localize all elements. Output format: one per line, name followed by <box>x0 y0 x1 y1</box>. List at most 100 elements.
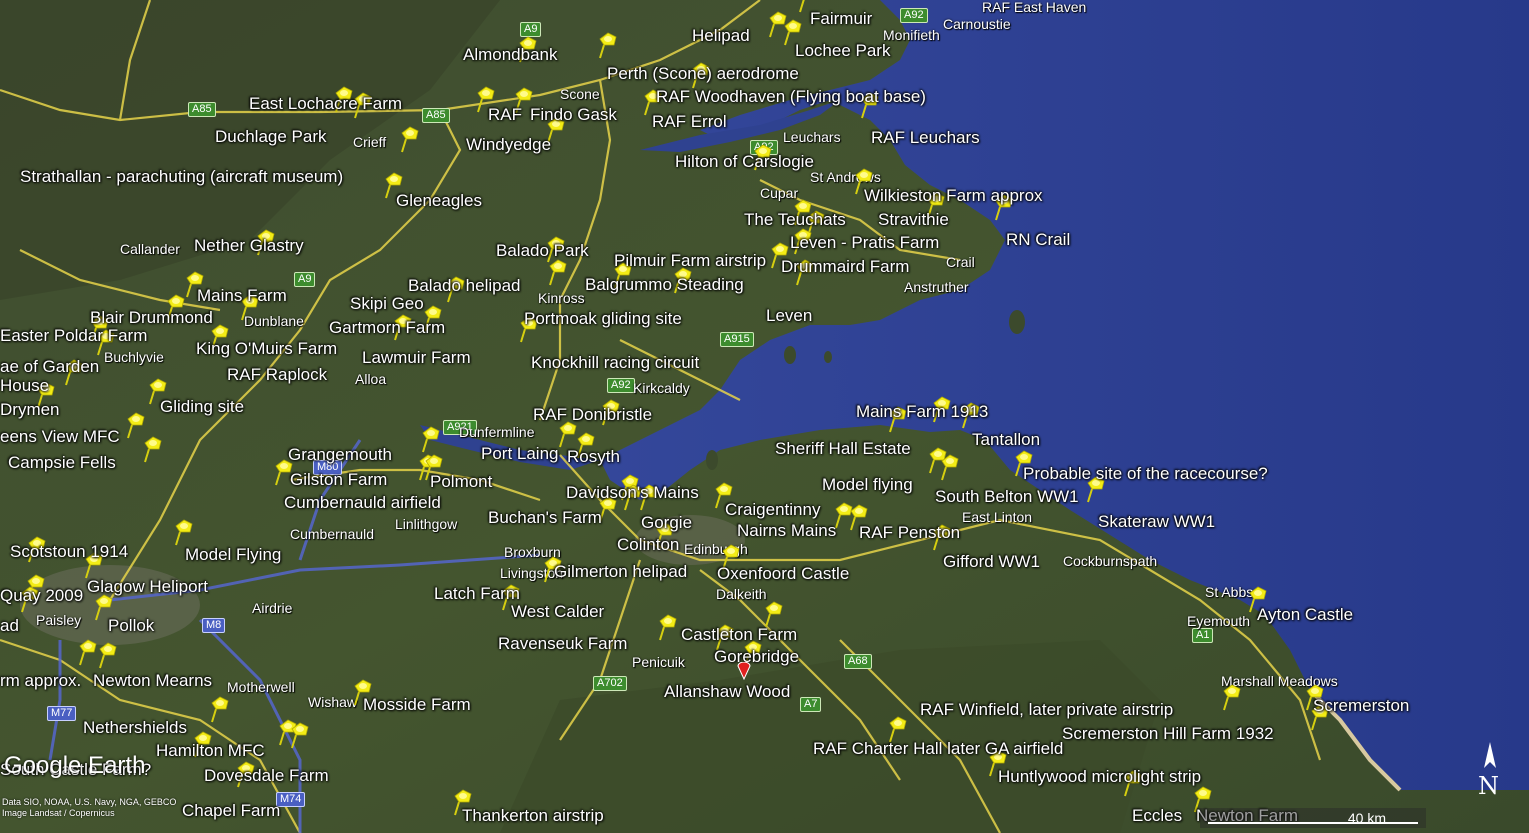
placemark-label[interactable]: Stravithie <box>878 211 949 228</box>
placemark-label[interactable]: Gleneagles <box>396 192 482 209</box>
placemark-label[interactable]: The Teuchats <box>744 211 846 228</box>
location-marker-icon[interactable] <box>737 662 751 680</box>
placemark-label[interactable]: Strathallan - parachuting (aircraft muse… <box>20 168 343 185</box>
placemark-label[interactable]: eens View MFC <box>0 428 120 445</box>
placemark-label[interactable]: RAF Woodhaven (Flying boat base) <box>656 88 926 105</box>
placemark-pin-icon[interactable] <box>548 258 570 286</box>
placemark-pin-icon[interactable] <box>290 721 312 749</box>
placemark-label[interactable]: Easter Poldar Farm <box>0 327 147 344</box>
placemark-label[interactable]: Oxenfoord Castle <box>717 565 849 582</box>
placemark-label[interactable]: Lawmuir Farm <box>362 349 471 366</box>
placemark-label[interactable]: Huntlywood microlight strip <box>998 768 1201 785</box>
placemark-label[interactable]: East Lochacre Farm <box>249 95 402 112</box>
placemark-label[interactable]: Skateraw WW1 <box>1098 513 1215 530</box>
placemark-label[interactable]: West Calder <box>511 603 604 620</box>
placemark-label[interactable]: Chapel Farm <box>182 802 280 819</box>
placemark-label[interactable]: RAF Charter Hall later GA airfield <box>813 740 1063 757</box>
placemark-label[interactable]: RAF Donibristle <box>533 406 652 423</box>
placemark-label[interactable]: ae of Garden <box>0 358 99 375</box>
placemark-label[interactable]: Gifford WW1 <box>943 553 1040 570</box>
placemark-label[interactable]: Mains Farm 1913 <box>856 403 988 420</box>
placemark-label[interactable]: Rosyth <box>567 448 620 465</box>
placemark-label[interactable]: Mosside Farm <box>363 696 471 713</box>
placemark-label[interactable]: Port Laing <box>481 445 559 462</box>
placemark-label[interactable]: Davidson's Mains <box>566 484 699 501</box>
placemark-label[interactable]: Ayton Castle <box>1257 606 1353 623</box>
placemark-label[interactable]: Wilkieston Farm approx <box>864 187 1043 204</box>
placemark-label[interactable]: Nether Glastry <box>194 237 304 254</box>
placemark-label[interactable]: Buchan's Farm <box>488 509 602 526</box>
placemark-label[interactable]: Drummaird Farm <box>781 258 909 275</box>
placemark-label[interactable]: Colinton <box>617 536 679 553</box>
placemark-pin-icon[interactable] <box>421 425 443 453</box>
placemark-label[interactable]: Scremerston <box>1313 697 1409 714</box>
placemark-label[interactable]: Craigentinny <box>725 501 820 518</box>
placemark-label[interactable]: Hilton of Carslogie <box>675 153 814 170</box>
placemark-label[interactable]: Dovesdale Farm <box>204 767 329 784</box>
placemark-label[interactable]: South Belton WW1 <box>935 488 1079 505</box>
placemark-label[interactable]: Thankerton airstrip <box>462 807 604 824</box>
placemark-label[interactable]: Probable site of the racecourse? <box>1023 465 1268 482</box>
placemark-label[interactable]: Perth (Scone) aerodrome <box>607 65 799 82</box>
placemark-label[interactable]: Grangemouth <box>288 446 392 463</box>
placemark-label[interactable]: Fairmuir <box>810 10 872 27</box>
placemark-pin-icon[interactable] <box>400 125 422 153</box>
placemark-label[interactable]: Castleton Farm <box>681 626 797 643</box>
placemark-label[interactable]: RAF Leuchars <box>871 129 980 146</box>
placemark-label[interactable]: Pilmuir Farm airstrip <box>614 252 766 269</box>
placemark-label[interactable]: King O'Muirs Farm <box>196 340 337 357</box>
placemark-label[interactable]: Findo Gask <box>530 106 617 123</box>
placemark-label[interactable]: Gilmerton helipad <box>554 563 687 580</box>
placemark-label[interactable]: Gorgie <box>641 514 692 531</box>
placemark-pin-icon[interactable] <box>658 613 680 641</box>
placemark-label[interactable]: Gorebridge <box>714 648 799 665</box>
placemark-pin-icon[interactable] <box>78 638 100 666</box>
placemark-label[interactable]: Cumbernauld airfield <box>284 494 441 511</box>
placemark-label[interactable]: Mains Farm <box>197 287 287 304</box>
placemark-label[interactable]: Blair Drummond <box>90 309 213 326</box>
placemark-label[interactable]: Glagow Heliport <box>87 578 208 595</box>
placemark-label[interactable]: Leven <box>766 307 812 324</box>
placemark-label[interactable]: Polmont <box>430 473 492 490</box>
placemark-label[interactable]: Ravenseuk Farm <box>498 635 627 652</box>
placemark-label[interactable]: Pollok <box>108 617 154 634</box>
placemark-pin-icon[interactable] <box>940 453 962 481</box>
placemark-label[interactable]: Windyedge <box>466 136 551 153</box>
placemark-label[interactable]: Tantallon <box>972 431 1040 448</box>
placemark-label[interactable]: Gilston Farm <box>290 471 387 488</box>
placemark-label[interactable]: Eccles <box>1132 807 1182 824</box>
map-view[interactable]: A9 A92 A85 A85 A92 A9 A915 A92 A921 M80 … <box>0 0 1529 833</box>
placemark-label[interactable]: Nethershields <box>83 719 187 736</box>
placemark-label[interactable]: Model Flying <box>185 546 281 563</box>
placemark-label[interactable]: Campsie Fells <box>8 454 116 471</box>
compass[interactable]: N <box>1470 740 1510 800</box>
placemark-pin-icon[interactable] <box>764 600 786 628</box>
placemark-label[interactable]: RN Crail <box>1006 231 1070 248</box>
placemark-label[interactable]: rm approx. <box>0 672 81 689</box>
placemark-label[interactable]: Sheriff Hall Estate <box>775 440 911 457</box>
placemark-pin-icon[interactable] <box>98 641 120 669</box>
placemark-label[interactable]: Newton Mearns <box>93 672 212 689</box>
placemark-pin-icon[interactable] <box>174 518 196 546</box>
placemark-pin-icon[interactable] <box>1222 683 1244 711</box>
placemark-label[interactable]: Drymen <box>0 401 60 418</box>
placemark-label[interactable]: Scotstoun 1914 <box>10 543 128 560</box>
placemark-label[interactable]: Balgrummo Steading <box>585 276 744 293</box>
placemark-label[interactable]: Almondbank <box>463 46 558 63</box>
placemark-label[interactable]: Gartmorn Farm <box>329 319 445 336</box>
placemark-label[interactable]: Model flying <box>822 476 913 493</box>
placemark-label[interactable]: RAF Penston <box>859 524 960 541</box>
placemark-label[interactable]: Gliding site <box>160 398 244 415</box>
placemark-label[interactable]: Latch Farm <box>434 585 520 602</box>
placemark-label[interactable]: RAF Raplock <box>227 366 327 383</box>
placemark-label[interactable]: Portmoak gliding site <box>524 310 682 327</box>
placemark-label[interactable]: Skipi Geo <box>350 295 424 312</box>
placemark-label[interactable]: Lochee Park <box>795 42 890 59</box>
placemark-label[interactable]: RAF <box>488 106 522 123</box>
placemark-label[interactable]: Quay 2009 <box>0 587 83 604</box>
placemark-label[interactable]: Leven - Pratis Farm <box>790 234 939 251</box>
placemark-pin-icon[interactable] <box>143 435 165 463</box>
placemark-label[interactable]: Balado helipad <box>408 277 520 294</box>
placemark-label[interactable]: Knockhill racing circuit <box>531 354 699 371</box>
placemark-label[interactable]: RAF Winfield, later private airstrip <box>920 701 1173 718</box>
